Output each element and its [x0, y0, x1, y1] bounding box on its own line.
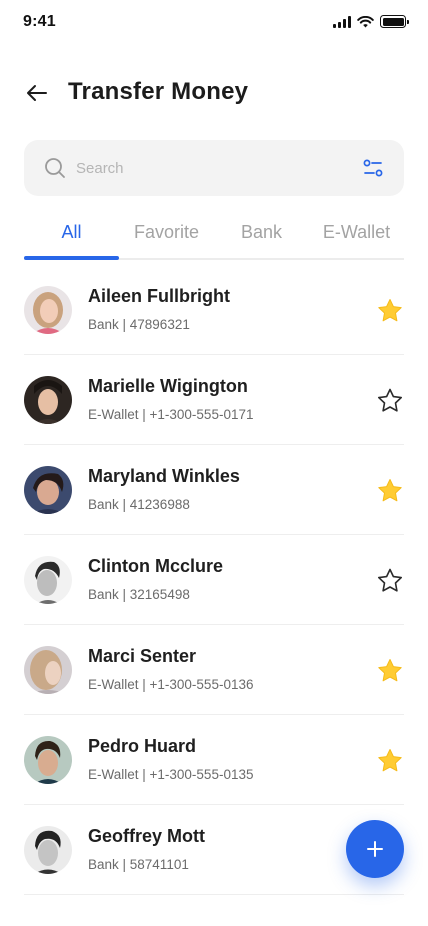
avatar — [24, 376, 72, 424]
wifi-icon — [357, 15, 374, 27]
contact-detail: Bank | 47896321 — [88, 317, 190, 332]
contact-detail: Bank | 32165498 — [88, 587, 190, 602]
status-bar: 9:41 — [0, 0, 428, 44]
contact-name: Aileen Fullbright — [88, 286, 230, 306]
star-outline-icon[interactable] — [376, 387, 404, 415]
contact-detail: E-Wallet | +1-300-555-0171 — [88, 407, 254, 422]
avatar — [24, 286, 72, 334]
contact-list: Aileen Fullbright Bank | 47896321 Mariel… — [24, 265, 404, 895]
contact-name: Marci Senter — [88, 646, 197, 666]
contact-row[interactable]: Clinton Mcclure Bank | 32165498 — [24, 535, 404, 625]
header: Transfer Money — [0, 70, 428, 116]
avatar — [24, 736, 72, 784]
search-icon — [45, 158, 65, 178]
avatar — [24, 646, 72, 694]
contact-row[interactable]: Maryland Winkles Bank | 41236988 — [24, 445, 404, 535]
avatar — [24, 466, 72, 514]
arrow-left-icon — [27, 85, 47, 101]
plus-icon — [367, 841, 383, 857]
contact-detail: Bank | 41236988 — [88, 497, 190, 512]
tab-all[interactable]: All — [24, 222, 119, 243]
contact-row[interactable]: Pedro Huard E-Wallet | +1-300-555-0135 — [24, 715, 404, 805]
contact-name: Clinton Mcclure — [88, 556, 224, 576]
page-title: Transfer Money — [68, 78, 249, 105]
contact-row[interactable]: Aileen Fullbright Bank | 47896321 — [24, 265, 404, 355]
signal-icon — [333, 15, 351, 28]
contact-detail: E-Wallet | +1-300-555-0135 — [88, 767, 254, 782]
contact-name: Pedro Huard — [88, 736, 197, 756]
tab-bar: All Favorite Bank E-Wallet — [24, 212, 404, 260]
star-filled-icon[interactable] — [376, 297, 404, 325]
star-outline-icon[interactable] — [376, 567, 404, 595]
avatar — [24, 556, 72, 604]
star-filled-icon[interactable] — [376, 657, 404, 685]
avatar — [24, 826, 72, 874]
tab-favorite[interactable]: Favorite — [119, 222, 214, 243]
contact-row[interactable]: Marielle Wigington E-Wallet | +1-300-555… — [24, 355, 404, 445]
add-contact-button[interactable] — [346, 820, 404, 878]
search-input[interactable] — [76, 140, 356, 196]
status-icons — [333, 15, 409, 28]
battery-icon — [380, 15, 409, 28]
tab-active-indicator — [24, 256, 119, 260]
tab-bank[interactable]: Bank — [214, 222, 309, 243]
contact-row[interactable]: Marci Senter E-Wallet | +1-300-555-0136 — [24, 625, 404, 715]
filter-icon[interactable] — [362, 157, 384, 179]
status-time: 9:41 — [23, 13, 56, 30]
contact-detail: E-Wallet | +1-300-555-0136 — [88, 677, 254, 692]
contact-name: Maryland Winkles — [88, 466, 240, 486]
contact-detail: Bank | 58741101 — [88, 857, 189, 872]
back-button[interactable] — [22, 78, 52, 108]
contact-name: Geoffrey Mott — [88, 826, 205, 846]
search-bar — [24, 140, 404, 196]
star-filled-icon[interactable] — [376, 477, 404, 505]
contact-name: Marielle Wigington — [88, 376, 248, 396]
star-filled-icon[interactable] — [376, 747, 404, 775]
tab-e-wallet[interactable]: E-Wallet — [309, 222, 404, 243]
